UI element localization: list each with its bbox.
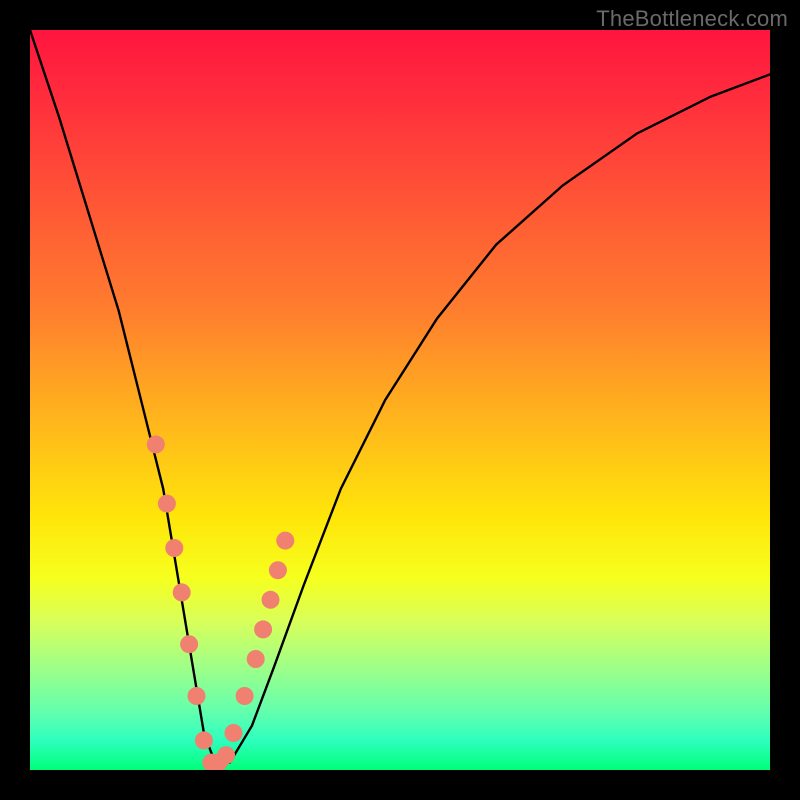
sample-dot [262,591,280,609]
sample-dot [236,687,254,705]
sample-dot [247,650,265,668]
chart-frame: TheBottleneck.com [0,0,800,800]
sample-dot [217,746,235,764]
sample-dot [165,539,183,557]
sample-dot [188,687,206,705]
sample-dot [276,532,294,550]
sample-dot [254,620,272,638]
bottleneck-curve-svg [30,30,770,770]
sample-dots-group [147,435,294,770]
sample-dot [147,435,165,453]
plot-area [30,30,770,770]
sample-dot [269,561,287,579]
bottleneck-curve-path [30,30,770,763]
sample-dot [158,495,176,513]
sample-dot [195,731,213,749]
sample-dot [225,724,243,742]
sample-dot [180,635,198,653]
watermark-text: TheBottleneck.com [596,6,788,32]
sample-dot [173,583,191,601]
